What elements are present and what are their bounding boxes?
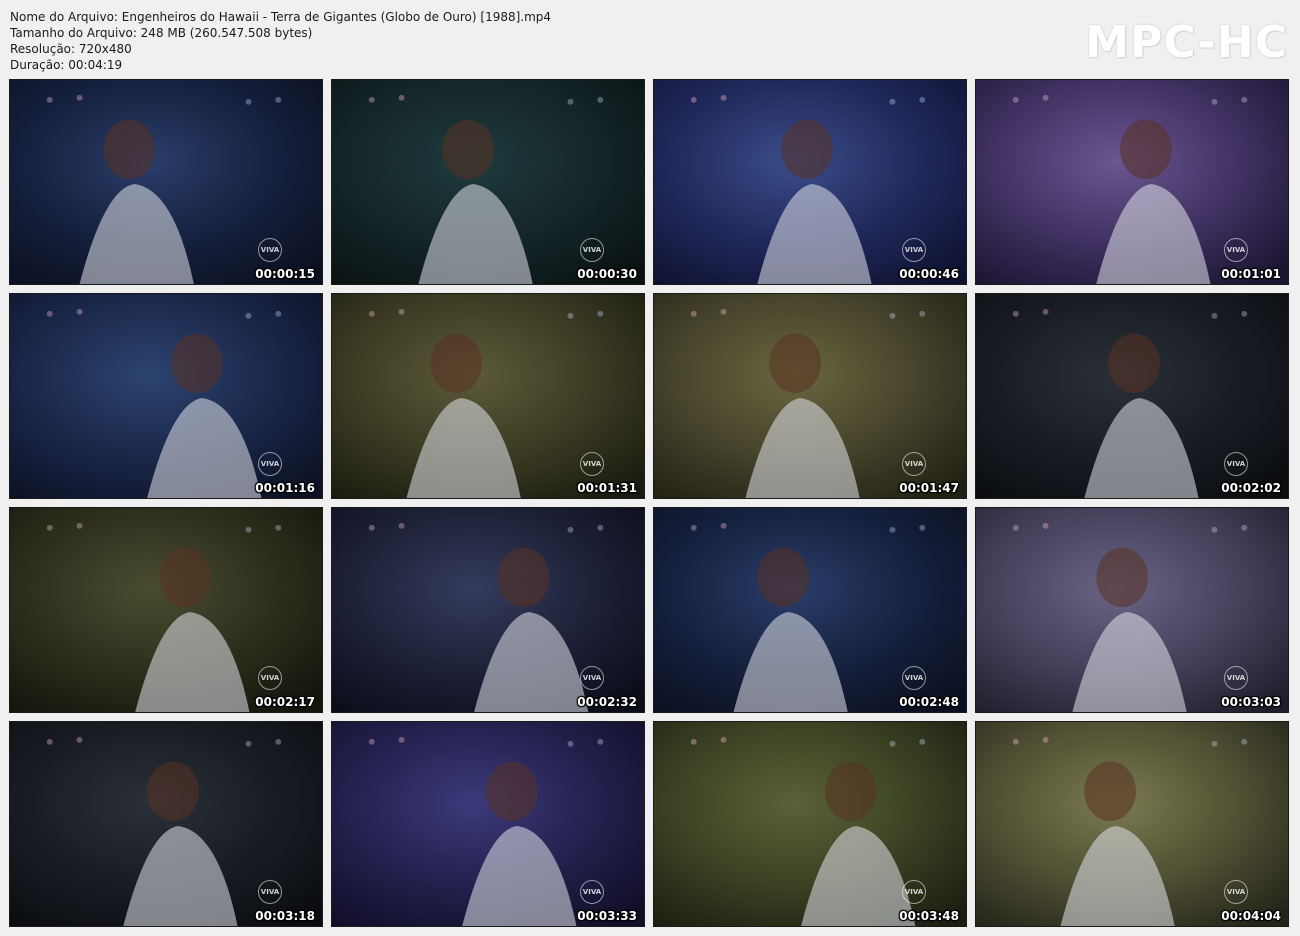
video-thumbnail[interactable]: VIVA 00:03:03 xyxy=(975,507,1289,713)
thumbnail-timestamp: 00:01:47 xyxy=(899,481,959,495)
channel-logo: VIVA xyxy=(580,666,604,690)
channel-logo: VIVA xyxy=(902,666,926,690)
thumbnail-timestamp: 00:02:17 xyxy=(255,695,315,709)
channel-logo: VIVA xyxy=(902,238,926,262)
file-size-text: Tamanho do Arquivo: 248 MB (260.547.508 … xyxy=(10,26,313,40)
thumbnail-timestamp: 00:01:31 xyxy=(577,481,637,495)
channel-logo: VIVA xyxy=(580,452,604,476)
video-thumbnail[interactable]: VIVA 00:01:47 xyxy=(653,293,967,499)
mpc-hc-logo: MPC-HC xyxy=(1085,17,1288,68)
channel-logo: VIVA xyxy=(580,880,604,904)
thumbnail-timestamp: 00:03:18 xyxy=(255,909,315,923)
video-thumbnail[interactable]: VIVA 00:01:01 xyxy=(975,79,1289,285)
thumbnail-timestamp: 00:04:04 xyxy=(1221,909,1281,923)
thumbnail-timestamp: 00:03:03 xyxy=(1221,695,1281,709)
channel-logo: VIVA xyxy=(1224,452,1248,476)
thumbnail-timestamp: 00:02:32 xyxy=(577,695,637,709)
video-thumbnail[interactable]: VIVA 00:01:31 xyxy=(331,293,645,499)
channel-logo: VIVA xyxy=(1224,666,1248,690)
file-info-panel: Nome do Arquivo: Engenheiros do Hawaii -… xyxy=(10,9,551,73)
channel-logo: VIVA xyxy=(902,452,926,476)
thumbnail-timestamp: 00:00:30 xyxy=(577,267,637,281)
video-thumbnail[interactable]: VIVA 00:03:48 xyxy=(653,721,967,927)
channel-logo: VIVA xyxy=(258,452,282,476)
video-thumbnail[interactable]: VIVA 00:02:17 xyxy=(9,507,323,713)
video-thumbnail[interactable]: VIVA 00:00:15 xyxy=(9,79,323,285)
video-thumbnail[interactable]: VIVA 00:00:46 xyxy=(653,79,967,285)
video-thumbnail[interactable]: VIVA 00:00:30 xyxy=(331,79,645,285)
channel-logo: VIVA xyxy=(902,880,926,904)
resolution-text: Resolução: 720x480 xyxy=(10,42,132,56)
thumbnail-timestamp: 00:00:46 xyxy=(899,267,959,281)
channel-logo: VIVA xyxy=(580,238,604,262)
video-thumbnail[interactable]: VIVA 00:02:32 xyxy=(331,507,645,713)
file-name-text: Nome do Arquivo: Engenheiros do Hawaii -… xyxy=(10,10,552,24)
channel-logo: VIVA xyxy=(258,880,282,904)
thumbnail-timestamp: 00:02:48 xyxy=(899,695,959,709)
channel-logo: VIVA xyxy=(1224,880,1248,904)
video-thumbnail[interactable]: VIVA 00:03:33 xyxy=(331,721,645,927)
thumbnail-timestamp: 00:03:33 xyxy=(577,909,637,923)
thumbnail-timestamp: 00:00:15 xyxy=(255,267,315,281)
video-thumbnail[interactable]: VIVA 00:03:18 xyxy=(9,721,323,927)
video-thumbnail[interactable]: VIVA 00:02:02 xyxy=(975,293,1289,499)
thumbnail-timestamp: 00:02:02 xyxy=(1221,481,1281,495)
thumbnail-timestamp: 00:01:16 xyxy=(255,481,315,495)
channel-logo: VIVA xyxy=(258,666,282,690)
channel-logo: VIVA xyxy=(258,238,282,262)
video-thumbnail[interactable]: VIVA 00:02:48 xyxy=(653,507,967,713)
thumbnail-timestamp: 00:01:01 xyxy=(1221,267,1281,281)
video-thumbnail[interactable]: VIVA 00:01:16 xyxy=(9,293,323,499)
thumbnail-timestamp: 00:03:48 xyxy=(899,909,959,923)
duration-text: Duração: 00:04:19 xyxy=(10,58,123,72)
channel-logo: VIVA xyxy=(1224,238,1248,262)
video-thumbnail[interactable]: VIVA 00:04:04 xyxy=(975,721,1289,927)
